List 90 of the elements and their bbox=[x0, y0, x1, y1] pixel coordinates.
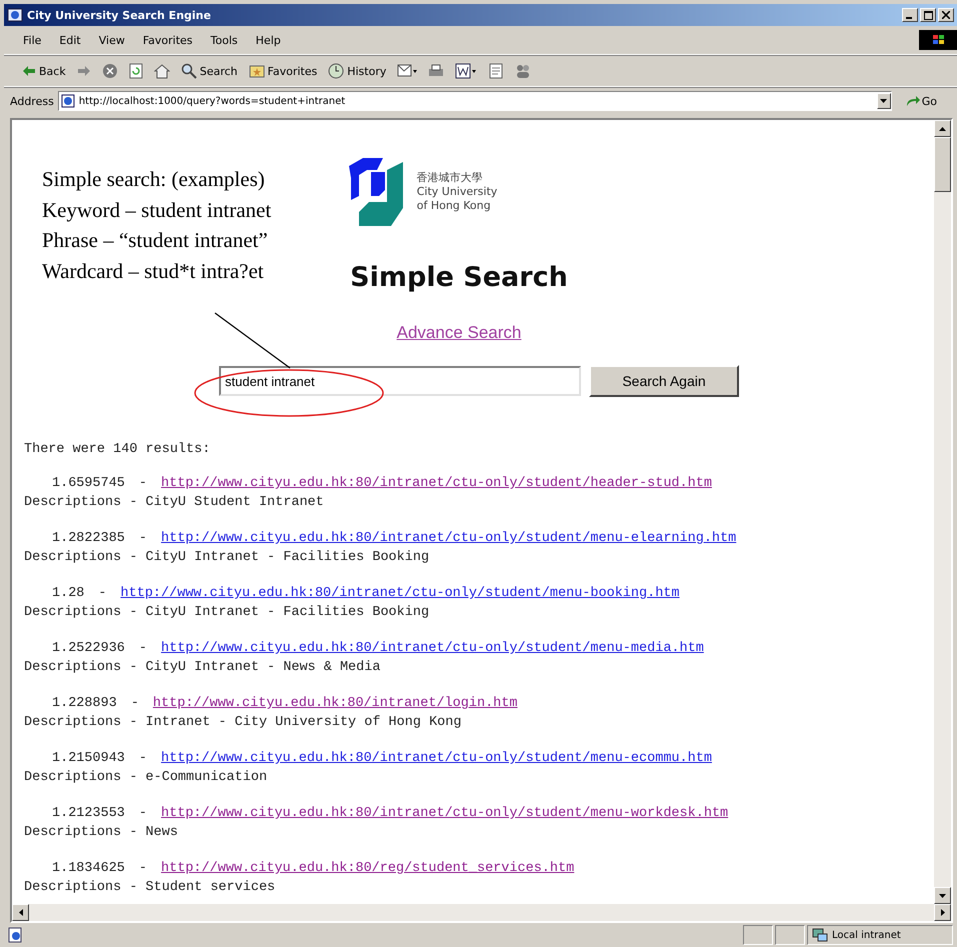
result-link[interactable]: http://www.cityu.edu.hk:80/reg/student_services.htm bbox=[161, 859, 574, 878]
search-again-button[interactable]: Search Again bbox=[589, 365, 739, 397]
forward-arrow-icon bbox=[76, 65, 91, 77]
refresh-icon bbox=[128, 63, 143, 79]
mail-icon bbox=[397, 63, 418, 79]
separator-dash: - bbox=[138, 475, 148, 493]
maximize-icon bbox=[924, 10, 932, 20]
result-score: 1.2150943 bbox=[52, 750, 125, 768]
separator-dash: - bbox=[138, 805, 148, 823]
scroll-right-icon[interactable] bbox=[940, 909, 944, 916]
back-button[interactable]: Back bbox=[18, 62, 70, 80]
result-link[interactable]: http://www.cityu.edu.hk:80/intranet/login.htm bbox=[152, 694, 518, 713]
stop-icon bbox=[102, 63, 118, 79]
result-description: Descriptions - Student services bbox=[24, 879, 276, 897]
zone-label: Local intranet bbox=[832, 930, 901, 940]
scroll-up-icon[interactable] bbox=[939, 126, 946, 130]
address-label: Address bbox=[10, 94, 54, 108]
status-bar-panel bbox=[743, 925, 773, 945]
result-score: 1.6595745 bbox=[52, 475, 125, 493]
caret-icon bbox=[880, 99, 888, 103]
result-score: 1.28 bbox=[52, 585, 84, 603]
separator-dash: - bbox=[138, 860, 148, 878]
people-icon bbox=[515, 63, 532, 79]
result-description: Descriptions - Intranet - City University of Hong Kong bbox=[24, 714, 462, 732]
menu-item[interactable]: Favorites bbox=[136, 32, 200, 48]
result-score: 1.2822385 bbox=[52, 530, 125, 548]
minimize-button[interactable] bbox=[902, 8, 918, 22]
scrollbar-thumb[interactable] bbox=[934, 137, 951, 192]
windows-logo-icon bbox=[919, 30, 957, 50]
separator-dash: - bbox=[98, 585, 107, 603]
result-description: Descriptions - News bbox=[24, 824, 179, 842]
menu-item[interactable]: Help bbox=[248, 32, 288, 48]
menu-item[interactable]: Tools bbox=[204, 32, 245, 48]
maximize-button[interactable] bbox=[920, 8, 936, 22]
address-field[interactable]: http://localhost:1000/query?words=student+intranet bbox=[58, 91, 892, 111]
result-link[interactable]: http://www.cityu.edu.hk:80/intranet/ctu-only/student/menu-elearning.htm bbox=[161, 529, 736, 548]
separator-dash: - bbox=[138, 530, 148, 548]
result-description: Descriptions - CityU Intranet - Facilities Booking bbox=[24, 604, 430, 622]
separator-dash: - bbox=[138, 640, 148, 658]
menu-item[interactable]: View bbox=[92, 32, 132, 48]
go-button[interactable]: Go bbox=[896, 94, 951, 108]
close-button[interactable] bbox=[938, 8, 954, 22]
history-button[interactable]: History bbox=[324, 61, 390, 81]
menu-item[interactable]: Edit bbox=[52, 32, 88, 48]
horizontal-scrollbar[interactable] bbox=[12, 904, 951, 921]
printer-icon bbox=[428, 64, 444, 78]
result-score: 1.1834625 bbox=[52, 860, 125, 878]
result-link[interactable]: http://www.cityu.edu.hk:80/intranet/ctu-only/student/menu-ecommu.htm bbox=[161, 749, 712, 768]
search-field[interactable]: student intranet bbox=[219, 366, 581, 396]
close-icon bbox=[942, 11, 950, 19]
go-arrow-icon bbox=[906, 95, 920, 107]
result-description: Descriptions - CityU Intranet - News & Media bbox=[24, 659, 382, 677]
result-description: Descriptions - CityU Student Intranet bbox=[24, 494, 325, 512]
dropdown-button[interactable] bbox=[876, 93, 891, 109]
clock-icon bbox=[328, 63, 344, 79]
vertical-scrollbar[interactable] bbox=[934, 120, 951, 904]
result-link[interactable]: http://www.cityu.edu.hk:80/intranet/ctu-only/student/menu-booking.htm bbox=[120, 584, 680, 603]
page-heading: Simple Search bbox=[350, 262, 568, 293]
page-icon bbox=[60, 94, 75, 108]
search-button[interactable]: Search bbox=[176, 61, 242, 81]
result-link[interactable]: http://www.cityu.edu.hk:80/intranet/ctu-only/student/menu-media.htm bbox=[161, 639, 704, 658]
result-link[interactable]: http://www.cityu.edu.hk:80/intranet/ctu-only/student/menu-workdesk.htm bbox=[161, 804, 728, 823]
result-description: Descriptions - e-Communication bbox=[24, 769, 268, 787]
intranet-icon bbox=[812, 928, 828, 942]
document-icon bbox=[488, 63, 504, 79]
result-description: Descriptions - CityU Intranet - Facilities Booking bbox=[24, 549, 430, 567]
logo-text: of Hong Kong bbox=[416, 199, 492, 213]
result-score: 1.2522936 bbox=[52, 640, 125, 658]
scroll-left-icon[interactable] bbox=[18, 909, 22, 916]
favorites-button[interactable]: Favorites bbox=[244, 62, 322, 80]
search-icon bbox=[180, 63, 197, 79]
annotation-text: Simple search: (examples) Keyword – student intranet Phrase – “student intranet” Wardcard – stud*t intra?et bbox=[42, 166, 272, 284]
page-status-icon bbox=[8, 927, 24, 943]
logo-chinese-text: 香港城市大學 bbox=[416, 171, 484, 185]
window-title: City University Search Engine bbox=[27, 8, 211, 22]
separator-dash: - bbox=[130, 695, 139, 713]
word-document-icon bbox=[455, 63, 478, 79]
back-arrow-icon bbox=[22, 65, 36, 77]
result-score: 1.2123553 bbox=[52, 805, 125, 823]
results-summary: There were 140 results: bbox=[24, 441, 212, 459]
menu-item[interactable]: File bbox=[16, 32, 48, 48]
status-bar-panel bbox=[775, 925, 805, 945]
result-link[interactable]: http://www.cityu.edu.hk:80/intranet/ctu-only/student/header-stud.htm bbox=[161, 474, 712, 493]
scroll-down-icon[interactable] bbox=[939, 894, 946, 898]
result-score: 1.228893 bbox=[52, 695, 117, 713]
logo-text: City University bbox=[416, 185, 498, 199]
separator-dash: - bbox=[138, 750, 148, 768]
home-icon bbox=[154, 63, 170, 79]
browser-icon bbox=[7, 7, 23, 23]
advance-search-link[interactable]: Advance Search bbox=[396, 323, 522, 343]
